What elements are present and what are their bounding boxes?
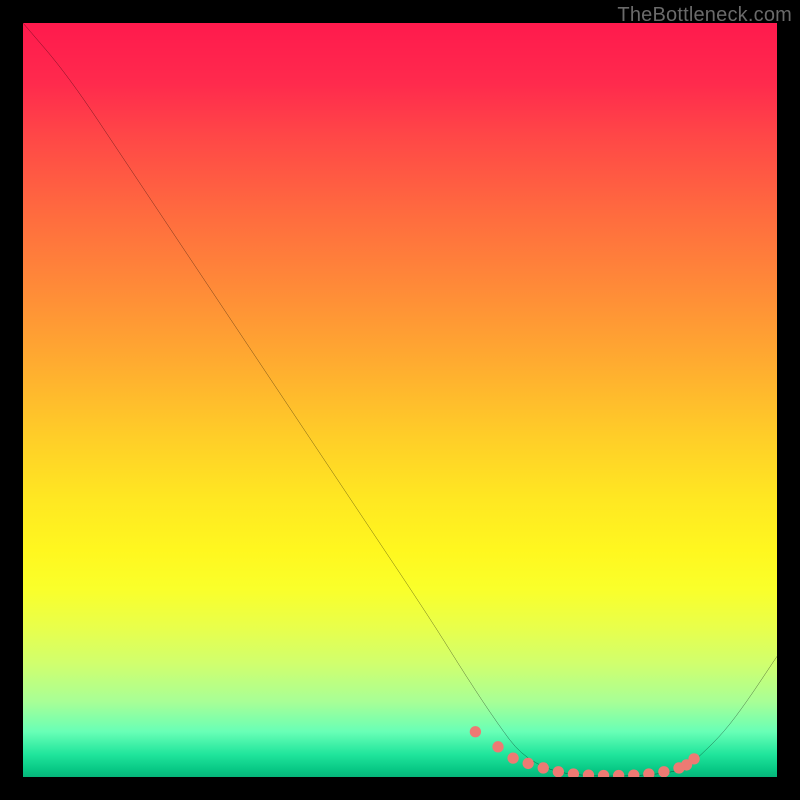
plot-area [23,23,777,777]
marker-dot [613,770,624,777]
bottleneck-curve [23,23,777,776]
highlighted-markers [470,726,700,777]
marker-dot [507,752,518,763]
marker-dot [470,726,481,737]
marker-dot [598,770,609,777]
marker-dot [643,768,654,777]
chart-frame: TheBottleneck.com [0,0,800,800]
marker-dot [628,769,639,777]
marker-dot [523,758,534,769]
marker-dot [658,766,669,777]
marker-dot [553,766,564,777]
curve-path [23,23,777,776]
marker-dot [583,769,594,777]
marker-dot [688,753,699,764]
marker-dot [538,762,549,773]
marker-dot [568,768,579,777]
watermark-text: TheBottleneck.com [617,4,792,27]
curve-layer [23,23,777,777]
marker-dot [492,741,503,752]
